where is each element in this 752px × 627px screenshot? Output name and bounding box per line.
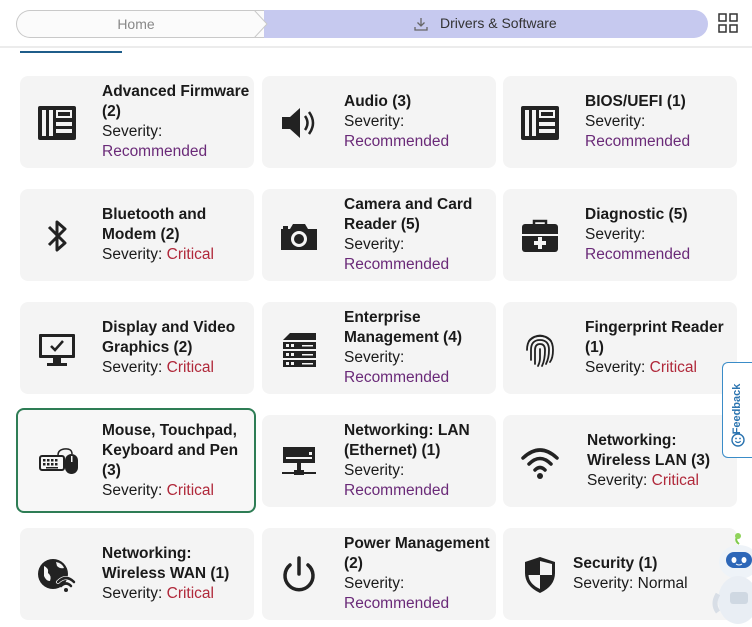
- server-icon: [283, 333, 316, 367]
- category-title: Bluetooth and Modem (2): [102, 206, 207, 243]
- category-title: Networking: LAN (Ethernet) (1): [344, 422, 470, 459]
- severity-row: Severity: Critical: [102, 245, 250, 265]
- shield-icon: [525, 557, 555, 593]
- category-security[interactable]: Security (1) Severity: Normal: [503, 528, 737, 620]
- category-title: Mouse, Touchpad, Keyboard and Pen (3): [102, 421, 239, 479]
- feedback-label: Feedback: [731, 383, 743, 435]
- category-title: Enterprise Management (4): [344, 309, 462, 346]
- toolbox-icon: [522, 219, 558, 252]
- active-tab-indicator: [20, 51, 122, 53]
- circuit-board-icon: [521, 106, 559, 140]
- severity-label: Severity:: [344, 236, 405, 253]
- assistant-bot-icon[interactable]: [712, 532, 752, 627]
- category-title: Power Management (2): [344, 535, 490, 572]
- keyboard-mouse-icon: [39, 448, 78, 474]
- category-title: Audio (3): [344, 93, 412, 110]
- breadcrumb: Home Drivers & Software: [16, 10, 708, 38]
- severity-value: Normal: [637, 575, 688, 592]
- category-power-management[interactable]: Power Management (2) Severity: Recommend…: [262, 528, 496, 620]
- category-title: Fingerprint Reader (1): [585, 319, 724, 356]
- severity-label: Severity:: [102, 123, 163, 140]
- severity-value: Critical: [166, 585, 214, 602]
- power-icon: [283, 556, 315, 592]
- speaker-icon: [282, 108, 315, 138]
- category-networking-wireless-wan[interactable]: Networking: Wireless WAN (1) Severity: C…: [20, 528, 254, 620]
- severity-value: Recommended: [344, 369, 450, 386]
- globe-wifi-icon: [38, 559, 76, 592]
- severity-row: Severity: Critical: [102, 358, 250, 378]
- category-networking-lan[interactable]: Networking: LAN (Ethernet) (1) Severity:…: [262, 415, 496, 507]
- category-title: Security (1): [573, 555, 658, 572]
- category-mouse-touchpad-keyboard-pen[interactable]: Mouse, Touchpad, Keyboard and Pen (3) Se…: [16, 408, 256, 513]
- severity-row: Severity: Critical: [102, 584, 250, 604]
- breadcrumb-home-label: Home: [117, 16, 155, 32]
- category-bios-uefi[interactable]: BIOS/UEFI (1) Severity: Recommended: [503, 76, 737, 168]
- breadcrumb-separator-icon: [238, 10, 268, 38]
- category-title: Diagnostic (5): [585, 206, 688, 223]
- network-drive-icon: [282, 447, 316, 475]
- severity-label: Severity:: [102, 481, 163, 499]
- severity-label: Severity:: [585, 359, 646, 376]
- category-title: Advanced Firmware (2): [102, 83, 250, 120]
- severity-label: Severity:: [587, 472, 648, 489]
- severity-row: Severity: Critical: [585, 358, 733, 378]
- breadcrumb-home[interactable]: Home: [16, 10, 266, 38]
- fingerprint-icon: [526, 334, 554, 367]
- category-networking-wireless-lan[interactable]: Networking: Wireless LAN (3) Severity: C…: [503, 415, 737, 507]
- header-divider: [0, 46, 752, 48]
- category-display-video[interactable]: Display and Video Graphics (2) Severity:…: [20, 302, 254, 394]
- monitor-icon: [39, 334, 75, 366]
- category-bluetooth-modem[interactable]: Bluetooth and Modem (2) Severity: Critic…: [20, 189, 254, 281]
- severity-label: Severity:: [102, 585, 163, 602]
- severity-label: Severity:: [344, 113, 405, 130]
- download-icon: [414, 17, 428, 31]
- severity-value: Recommended: [344, 256, 450, 273]
- severity-value: Recommended: [102, 143, 208, 160]
- smiley-icon: [731, 433, 745, 447]
- severity-row: Severity: Normal: [573, 574, 721, 594]
- severity-value: Recommended: [344, 133, 450, 150]
- severity-label: Severity:: [344, 349, 405, 366]
- severity-label: Severity:: [344, 575, 405, 592]
- feedback-tab[interactable]: Feedback: [722, 362, 752, 458]
- category-title: Display and Video Graphics (2): [102, 319, 236, 356]
- breadcrumb-current-label: Drivers & Software: [440, 15, 557, 31]
- severity-value: Critical: [166, 481, 214, 499]
- category-title: Networking: Wireless LAN (3): [587, 432, 711, 469]
- category-diagnostic[interactable]: Diagnostic (5) Severity: Recommended: [503, 189, 737, 281]
- grid-view-icon[interactable]: [718, 13, 738, 33]
- severity-label: Severity:: [102, 246, 163, 263]
- severity-value: Critical: [166, 359, 214, 376]
- severity-value: Recommended: [344, 482, 450, 499]
- severity-value: Critical: [649, 359, 697, 376]
- severity-row: Severity: Critical: [587, 471, 735, 491]
- severity-value: Recommended: [585, 246, 691, 263]
- severity-label: Severity:: [585, 113, 646, 130]
- circuit-board-icon: [38, 106, 76, 140]
- category-title: Networking: Wireless WAN (1): [102, 545, 230, 582]
- severity-label: Severity:: [102, 359, 163, 376]
- severity-value: Critical: [166, 246, 214, 263]
- camera-icon: [281, 224, 317, 250]
- severity-label: Severity:: [344, 462, 405, 479]
- severity-value: Recommended: [344, 595, 450, 612]
- severity-row: Severity: Critical: [102, 481, 250, 501]
- category-enterprise-management[interactable]: Enterprise Management (4) Severity: Reco…: [262, 302, 496, 394]
- category-audio[interactable]: Audio (3) Severity: Recommended: [262, 76, 496, 168]
- category-title: BIOS/UEFI (1): [585, 93, 686, 110]
- severity-value: Recommended: [585, 133, 691, 150]
- severity-label: Severity:: [585, 226, 646, 243]
- category-advanced-firmware[interactable]: Advanced Firmware (2) Severity: Recommen…: [20, 76, 254, 168]
- severity-label: Severity:: [573, 575, 634, 592]
- bluetooth-icon: [47, 220, 67, 252]
- breadcrumb-current: Drivers & Software: [264, 10, 708, 38]
- wifi-icon: [521, 448, 559, 479]
- severity-value: Critical: [651, 472, 699, 489]
- category-fingerprint-reader[interactable]: Fingerprint Reader (1) Severity: Critica…: [503, 302, 737, 394]
- category-camera-card-reader[interactable]: Camera and Card Reader (5) Severity: Rec…: [262, 189, 496, 281]
- category-title: Camera and Card Reader (5): [344, 196, 473, 233]
